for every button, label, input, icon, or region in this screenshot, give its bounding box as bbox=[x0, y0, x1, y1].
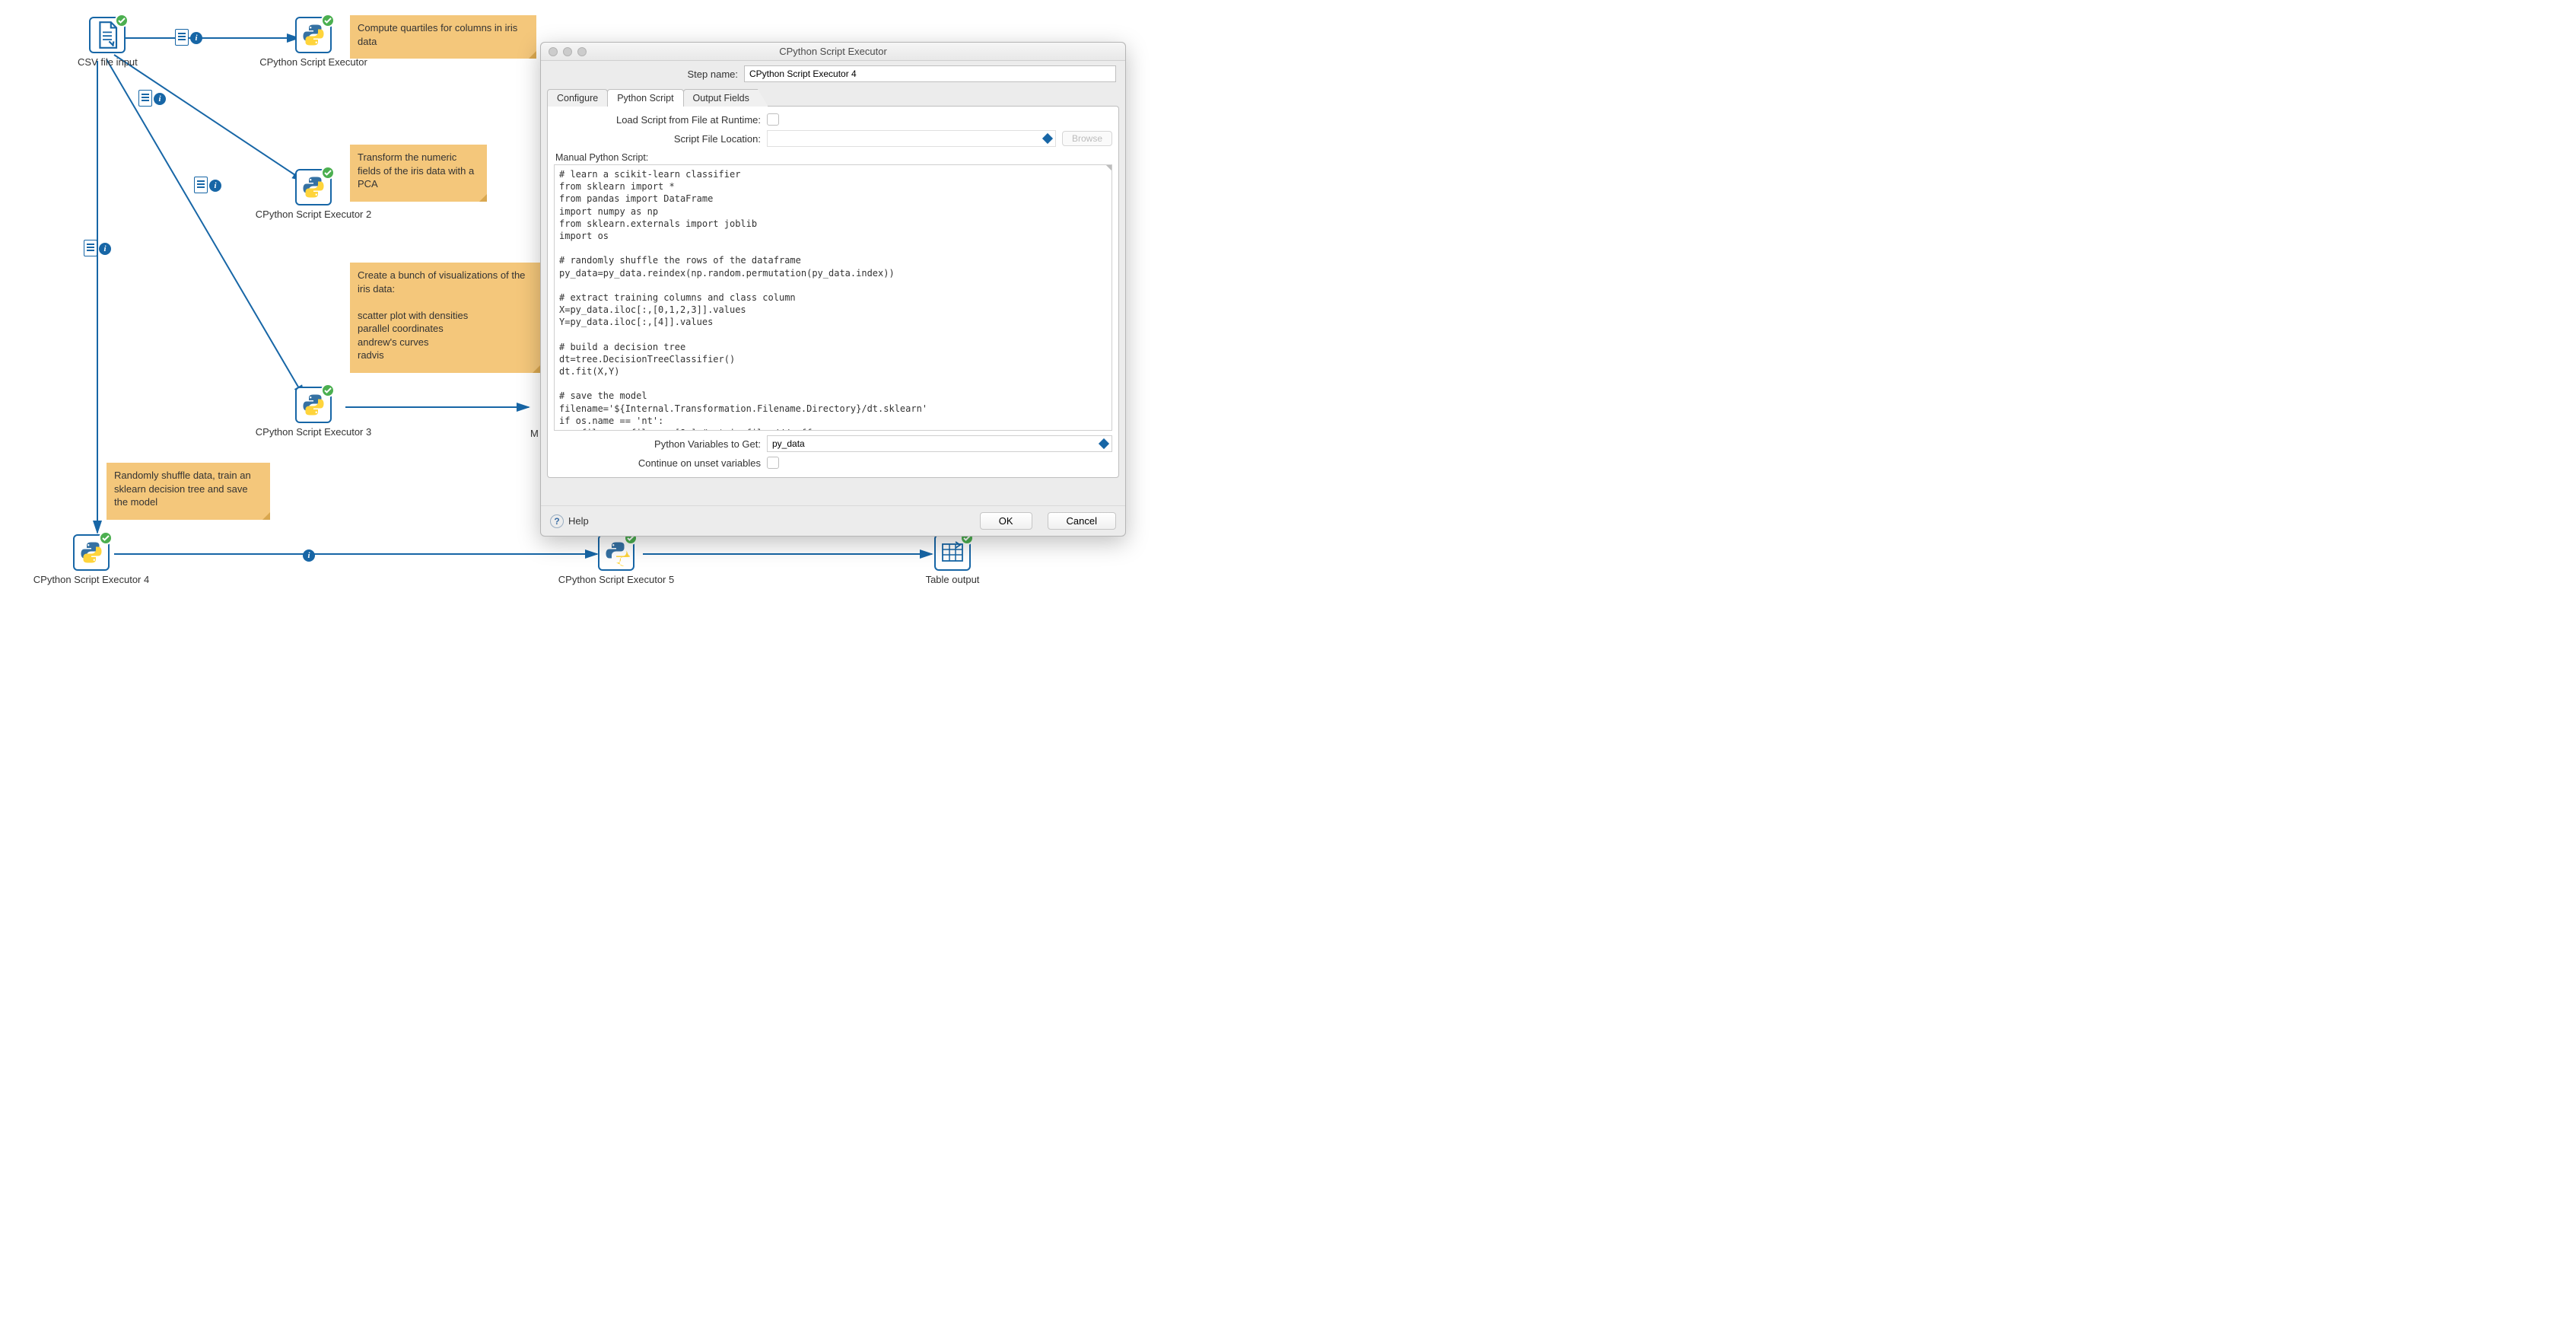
ok-button[interactable]: OK bbox=[980, 512, 1032, 530]
tab-bar: Configure Python Script Output Fields bbox=[547, 87, 1119, 107]
check-badge-icon bbox=[321, 384, 335, 397]
node-label: CPython Script Executor 5 bbox=[545, 574, 688, 585]
sticky-note-4[interactable]: Randomly shuffle data, train an sklearn … bbox=[107, 463, 270, 520]
step-name-input[interactable] bbox=[744, 65, 1116, 82]
sticky-note-2[interactable]: Transform the numeric fields of the iris… bbox=[350, 145, 487, 202]
browse-button[interactable]: Browse bbox=[1062, 131, 1112, 146]
node-cpython-executor-3[interactable]: CPython Script Executor 3 bbox=[295, 387, 332, 438]
hop-info-icon[interactable]: i bbox=[194, 177, 221, 195]
node-cpython-executor-5[interactable]: CPython Script Executor 5 bbox=[598, 534, 634, 585]
node-label: CPython Script Executor 2 bbox=[242, 209, 385, 220]
node-label: CPython Script Executor 4 bbox=[20, 574, 163, 585]
help-button[interactable]: ? Help bbox=[550, 514, 589, 528]
script-file-location-label: Script File Location: bbox=[554, 133, 767, 145]
node-label: CPython Script Executor 3 bbox=[242, 426, 385, 438]
check-badge-icon bbox=[321, 14, 335, 27]
node-cpython-executor-1[interactable]: CPython Script Executor bbox=[295, 17, 332, 68]
sticky-note-3[interactable]: Create a bunch of visualizations of the … bbox=[350, 263, 540, 373]
node-label: CSV file input bbox=[78, 56, 138, 68]
node-csv-file-input[interactable]: CSV file input bbox=[78, 17, 138, 68]
tab-output-fields[interactable]: Output Fields bbox=[683, 89, 768, 107]
tab-python-script[interactable]: Python Script bbox=[607, 89, 683, 107]
python-vars-input[interactable] bbox=[767, 435, 1112, 452]
check-badge-icon bbox=[99, 531, 113, 545]
hop-info-icon[interactable]: i bbox=[138, 90, 166, 108]
python-vars-label: Python Variables to Get: bbox=[554, 438, 767, 450]
hop-info-icon[interactable]: i bbox=[175, 29, 202, 47]
hop-info-icon[interactable]: i bbox=[288, 546, 315, 565]
cancel-button[interactable]: Cancel bbox=[1048, 512, 1116, 530]
script-file-location-input[interactable] bbox=[767, 130, 1056, 147]
help-icon: ? bbox=[550, 514, 564, 528]
check-badge-icon bbox=[115, 14, 129, 27]
dialog-cpython-script-executor: CPython Script Executor Step name: Confi… bbox=[540, 42, 1126, 537]
manual-script-textarea[interactable]: # learn a scikit-learn classifier from s… bbox=[554, 164, 1112, 431]
node-label-partial: M bbox=[530, 428, 539, 439]
node-cpython-executor-4[interactable]: CPython Script Executor 4 bbox=[73, 534, 110, 585]
dialog-titlebar[interactable]: CPython Script Executor bbox=[541, 43, 1125, 61]
continue-unset-label: Continue on unset variables bbox=[554, 457, 767, 469]
tab-panel-python-script: Load Script from File at Runtime: Script… bbox=[547, 106, 1119, 478]
manual-script-label: Manual Python Script: bbox=[555, 152, 1112, 163]
node-label: Table output bbox=[904, 574, 1001, 585]
node-table-output[interactable]: Table output bbox=[934, 534, 971, 585]
check-badge-icon bbox=[321, 166, 335, 180]
load-script-checkbox[interactable] bbox=[767, 113, 779, 126]
step-name-label: Step name: bbox=[550, 68, 744, 80]
load-script-label: Load Script from File at Runtime: bbox=[554, 114, 767, 126]
node-cpython-executor-2[interactable]: CPython Script Executor 2 bbox=[295, 169, 332, 220]
continue-unset-checkbox[interactable] bbox=[767, 457, 779, 469]
tab-configure[interactable]: Configure bbox=[547, 89, 608, 107]
hop-info-icon[interactable]: i bbox=[84, 240, 111, 258]
dialog-title: CPython Script Executor bbox=[541, 46, 1125, 57]
sticky-note-1[interactable]: Compute quartiles for columns in iris da… bbox=[350, 15, 536, 59]
diamond-icon bbox=[1106, 164, 1112, 170]
